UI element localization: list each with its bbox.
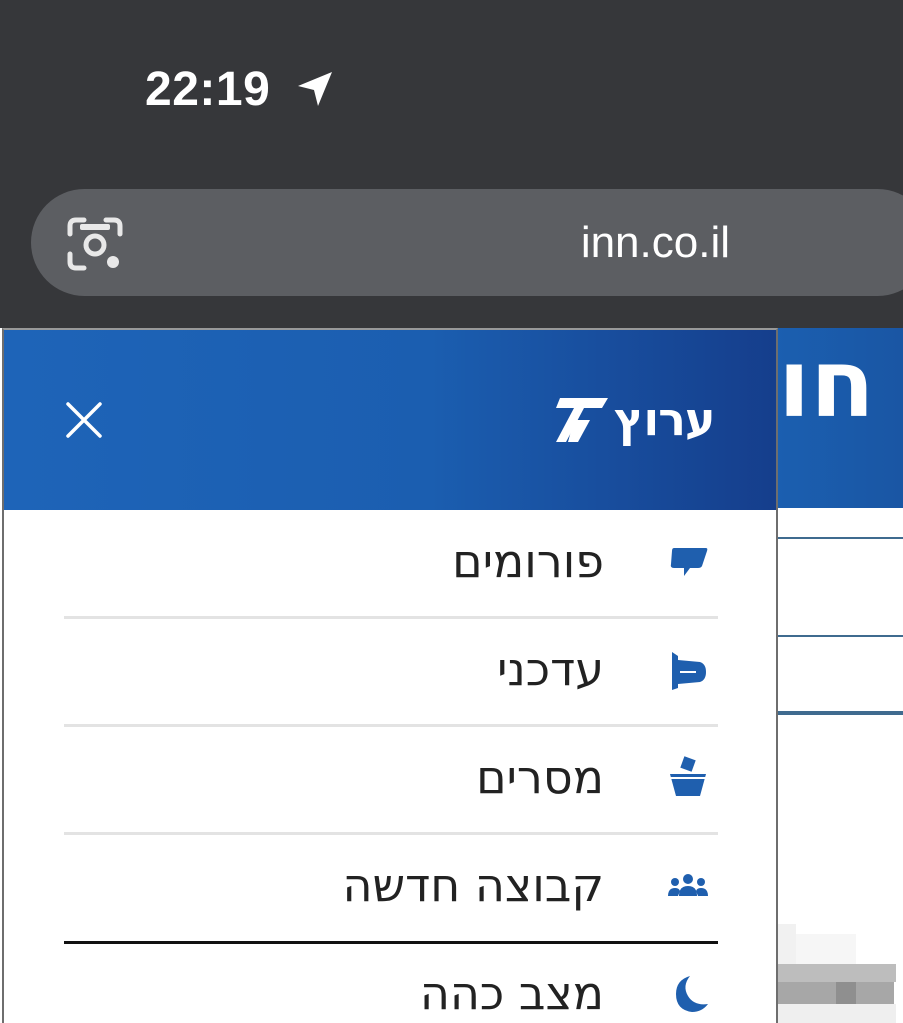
- menu-item-forums[interactable]: פורומים: [64, 510, 718, 618]
- drawer-header: ערוץ: [4, 330, 776, 510]
- background-header-text: חו: [778, 330, 875, 439]
- close-icon[interactable]: [64, 400, 104, 440]
- url-text[interactable]: inn.co.il: [480, 218, 730, 268]
- browser-chrome: 22:19 inn.co.il: [0, 0, 903, 328]
- menu-item-label: עדכני: [497, 642, 604, 696]
- group-icon: [668, 874, 708, 896]
- ballot-box-icon: [670, 756, 706, 796]
- menu-item-label: קבוצה חדשה: [342, 858, 604, 912]
- background-pixelated-content: [776, 924, 903, 1023]
- menu-item-messages[interactable]: מסרים: [64, 726, 718, 834]
- menu-item-label: מסרים: [476, 750, 604, 804]
- background-divider: [776, 635, 903, 637]
- background-divider: [776, 711, 903, 715]
- location-arrow-icon: [298, 72, 332, 106]
- channel-logo[interactable]: ערוץ: [554, 390, 716, 448]
- side-drawer: ערוץ פורומים עדכני מסרים קבוצה חדשה מצב …: [2, 328, 778, 1023]
- speech-bubble-icon: [670, 548, 708, 576]
- background-page-header: חו: [776, 328, 903, 508]
- logo-text: ערוץ: [614, 392, 716, 446]
- menu-item-dark-mode[interactable]: מצב כהה: [64, 942, 718, 1023]
- menu-item-label: פורומים: [452, 534, 604, 588]
- background-page: חו: [776, 328, 903, 1023]
- menu-item-updates[interactable]: עדכני: [64, 618, 718, 726]
- address-bar[interactable]: [31, 189, 903, 296]
- channel-7-logo: [556, 398, 608, 442]
- google-lens-icon[interactable]: [66, 216, 124, 272]
- menu-item-label: מצב כהה: [419, 966, 604, 1020]
- status-time: 22:19: [145, 63, 271, 116]
- megaphone-icon: [672, 652, 706, 690]
- menu-item-new-group[interactable]: קבוצה חדשה: [64, 834, 718, 942]
- background-divider: [776, 537, 903, 539]
- moon-icon: [676, 976, 708, 1012]
